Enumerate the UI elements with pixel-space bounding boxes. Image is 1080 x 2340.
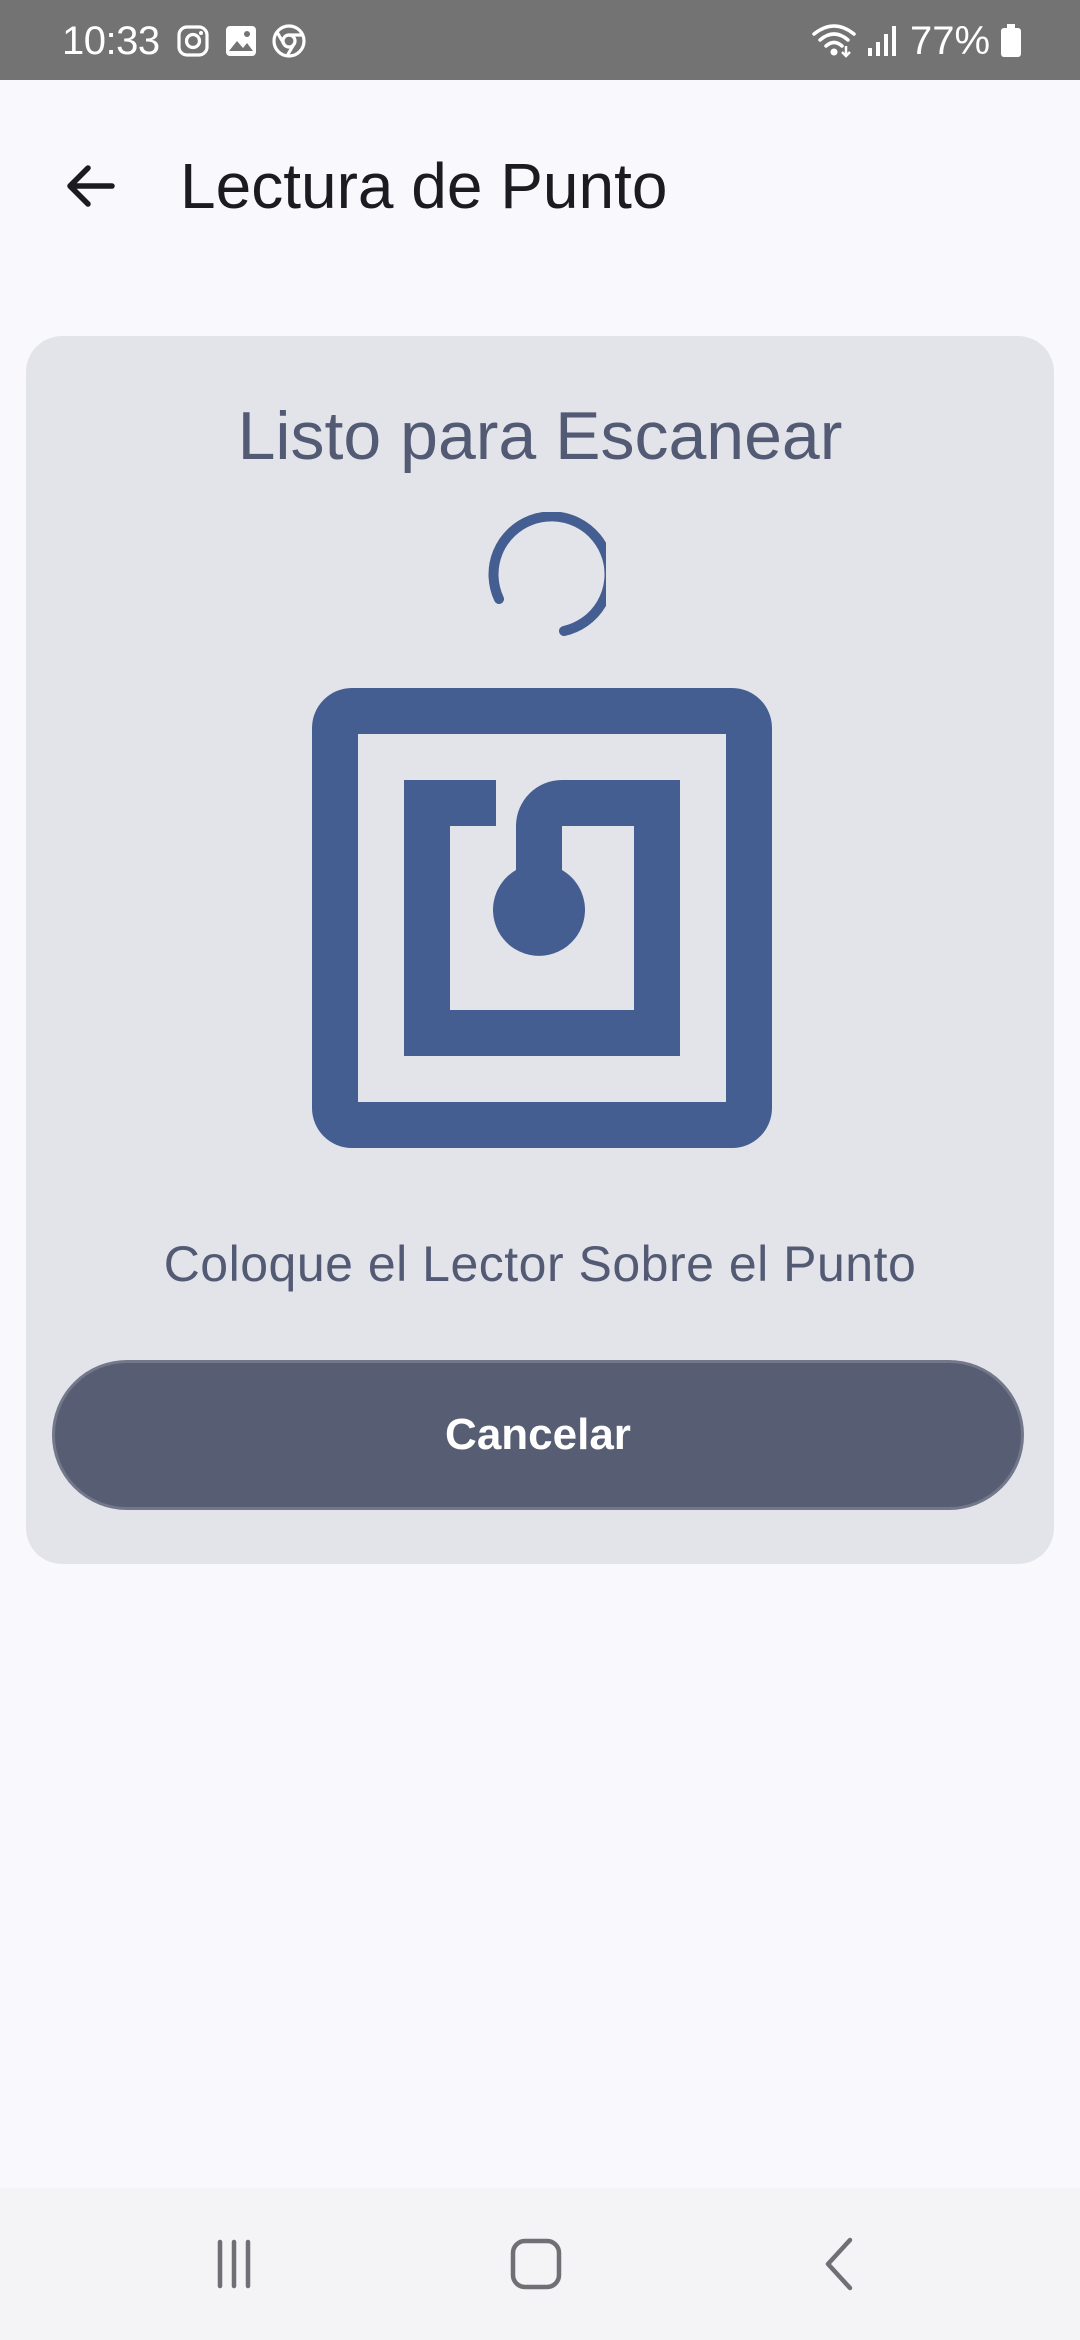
- instruction-text: Coloque el Lector Sobre el Punto: [163, 1236, 917, 1292]
- instagram-icon: [177, 25, 209, 57]
- arrow-back-icon: [67, 165, 115, 207]
- status-time: 10:33: [62, 19, 160, 63]
- gallery-icon: [226, 26, 256, 56]
- loading-spinner-icon: [488, 512, 606, 636]
- navigation-bar: [0, 2188, 1080, 2340]
- status-bar: 10:33 77%: [0, 0, 1080, 80]
- signal-icon: [868, 26, 896, 56]
- scan-card: Listo para Escanear Coloque el Lector So…: [26, 336, 1054, 1564]
- nav-back-button[interactable]: [792, 2224, 888, 2304]
- app-bar: Lectura de Punto: [0, 80, 1080, 286]
- recent-apps-button[interactable]: [186, 2224, 282, 2304]
- home-icon: [510, 2238, 562, 2290]
- home-button[interactable]: [488, 2224, 584, 2304]
- cancel-button[interactable]: Cancelar: [52, 1360, 1024, 1510]
- chrome-icon: [272, 24, 306, 58]
- nfc-icon: [312, 688, 772, 1148]
- screen: 10:33 77% Lectura de Punto Listo para Es…: [0, 0, 1080, 2340]
- back-button[interactable]: [42, 138, 138, 234]
- recent-apps-icon: [217, 2239, 251, 2289]
- wifi-icon: [812, 24, 856, 58]
- card-title: Listo para Escanear: [237, 398, 843, 474]
- page-title: Lectura de Punto: [180, 150, 668, 222]
- back-icon: [825, 2237, 853, 2291]
- battery-percentage: 77%: [910, 19, 991, 63]
- battery-icon: [1001, 24, 1021, 57]
